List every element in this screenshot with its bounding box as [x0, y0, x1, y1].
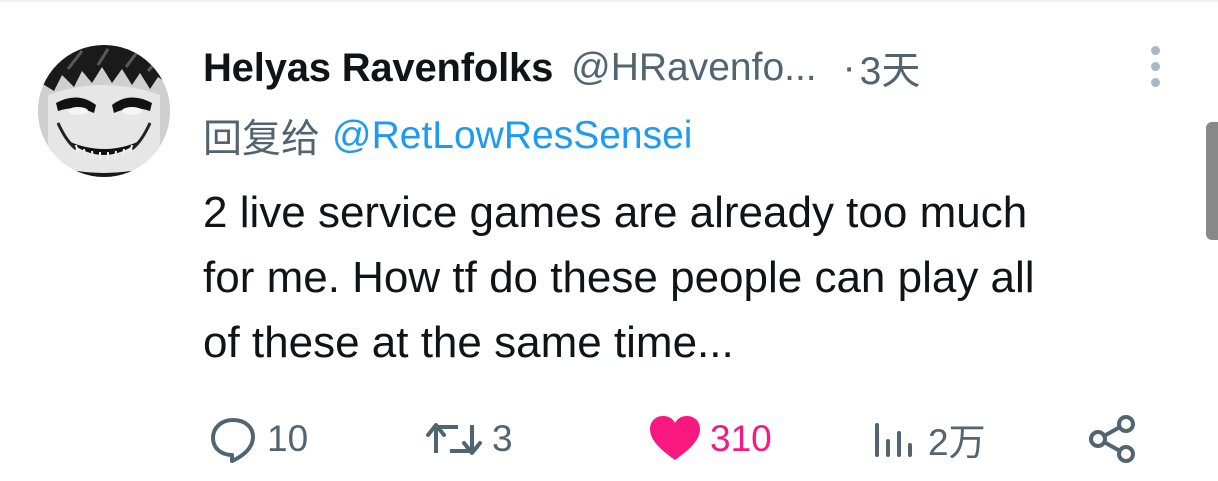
separator-dot: · — [842, 46, 856, 89]
author-handle[interactable]: @HRavenfo... — [571, 46, 817, 90]
reply-to-handle-link[interactable]: @RetLowResSensei — [332, 114, 692, 158]
views-count: 2万 — [928, 422, 986, 463]
post-text: 2 live service games are already too muc… — [203, 188, 1035, 367]
reply-icon — [207, 413, 259, 465]
author-display-name[interactable]: Helyas Ravenfolks — [203, 46, 553, 91]
post-header: Helyas Ravenfolks @HRavenfo... · 3天 — [203, 38, 1103, 98]
scrollbar-thumb[interactable] — [1206, 122, 1218, 240]
more-dot-icon — [1150, 61, 1160, 71]
avatar-image — [38, 45, 170, 177]
repost-count: 3 — [492, 418, 513, 459]
reply-prefix: 回复给 — [203, 117, 321, 162]
share-button[interactable] — [1086, 404, 1140, 474]
views-button[interactable]: 2万 — [868, 404, 986, 474]
reply-context: 回复给 @RetLowResSensei — [203, 106, 692, 166]
analytics-icon — [868, 413, 920, 465]
share-icon — [1086, 412, 1140, 466]
avatar[interactable] — [38, 45, 170, 177]
action-bar: 10 3 310 2万 — [0, 404, 1218, 474]
more-dot-icon — [1150, 45, 1160, 55]
top-divider — [0, 0, 1218, 2]
post-timestamp[interactable]: 3天 — [860, 40, 921, 96]
repost-button[interactable]: 3 — [424, 404, 513, 474]
like-count: 310 — [710, 418, 772, 459]
repost-icon — [424, 413, 484, 465]
heart-icon — [648, 414, 702, 464]
more-dot-icon — [1150, 77, 1160, 87]
like-button[interactable]: 310 — [648, 404, 772, 474]
reply-button[interactable]: 10 — [207, 404, 308, 474]
more-options-button[interactable] — [1136, 42, 1174, 90]
reply-count: 10 — [267, 418, 309, 459]
